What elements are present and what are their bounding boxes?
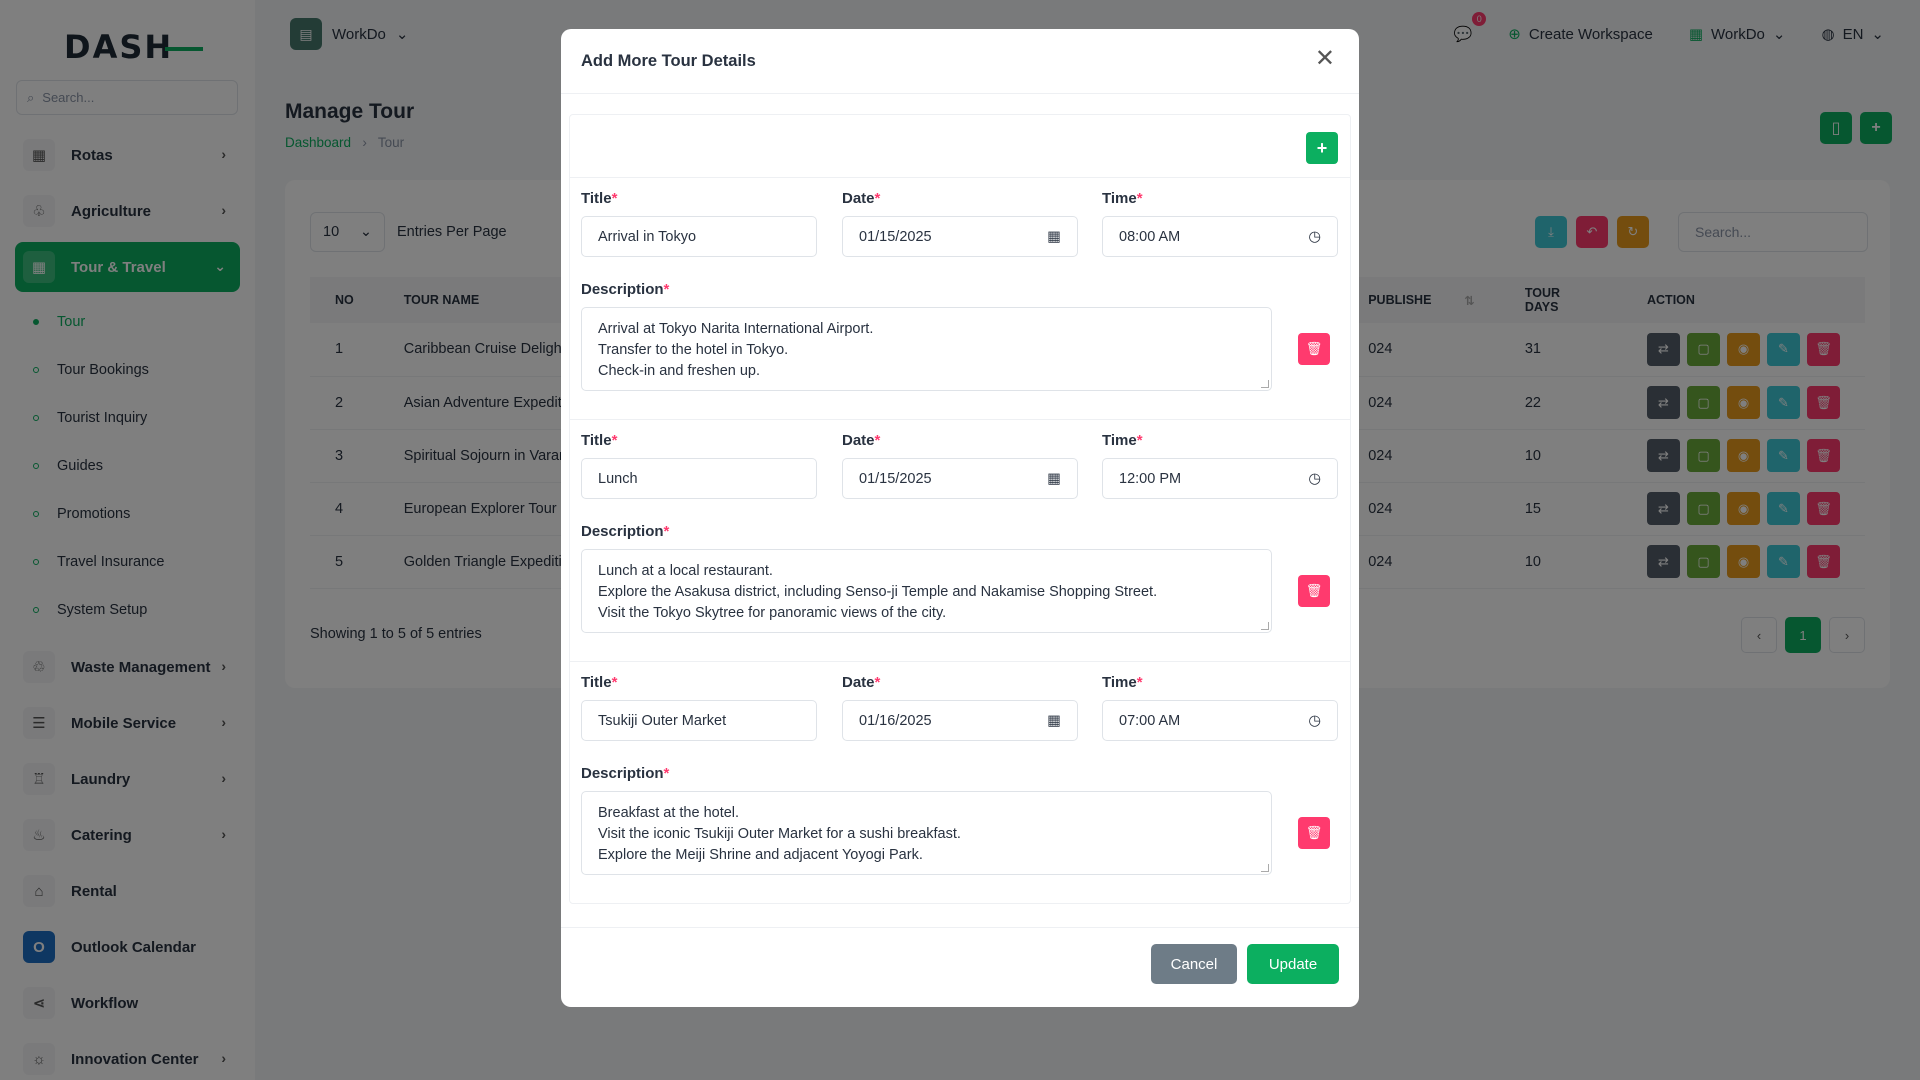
title-label-text: Title — [581, 674, 612, 691]
calendar-icon[interactable]: ▦ — [1047, 229, 1061, 245]
clock-icon[interactable]: ◷ — [1308, 229, 1321, 245]
time-input[interactable]: 07:00 AM ◷ — [1102, 700, 1338, 741]
required-mark: * — [1136, 674, 1143, 691]
description-line: Explore the Asakusa district, including … — [598, 584, 1158, 600]
resize-handle[interactable] — [1261, 380, 1269, 388]
description-label: Description* — [581, 523, 669, 540]
description-label-text: Description — [581, 281, 664, 298]
description-textarea[interactable]: Lunch at a local restaurant. Explore the … — [581, 549, 1272, 633]
required-mark: * — [663, 281, 670, 298]
title-value: Arrival in Tokyo — [598, 228, 697, 245]
description-line: Transfer to the hotel in Tokyo. — [598, 342, 789, 358]
time-input[interactable]: 12:00 PM ◷ — [1102, 458, 1338, 499]
description-line: Breakfast at the hotel. — [598, 805, 740, 821]
date-input[interactable]: 01/15/2025 ▦ — [842, 458, 1078, 499]
date-value: 01/16/2025 — [859, 712, 932, 729]
trash-icon: 🗑 — [1305, 583, 1323, 598]
date-label-text: Date — [842, 190, 875, 207]
description-textarea[interactable]: Breakfast at the hotel. Visit the iconic … — [581, 791, 1272, 875]
title-label: Title* — [581, 190, 617, 207]
title-label-text: Title — [581, 190, 612, 207]
description-label: Description* — [581, 281, 669, 298]
date-input[interactable]: 01/16/2025 ▦ — [842, 700, 1078, 741]
description-line: Explore the Meiji Shrine and adjacent Yo… — [598, 847, 923, 863]
title-input[interactable]: Arrival in Tokyo — [581, 216, 817, 257]
description-line: Check-in and freshen up. — [598, 363, 761, 379]
clock-icon[interactable]: ◷ — [1308, 471, 1321, 487]
date-label: Date* — [842, 674, 880, 691]
date-input[interactable]: 01/15/2025 ▦ — [842, 216, 1078, 257]
calendar-icon[interactable]: ▦ — [1047, 471, 1061, 487]
time-label: Time* — [1102, 432, 1143, 449]
required-mark: * — [663, 523, 670, 540]
required-mark: * — [663, 765, 670, 782]
add-detail-button[interactable]: + — [1306, 132, 1338, 164]
modal-title: Add More Tour Details — [581, 51, 756, 70]
resize-handle[interactable] — [1261, 622, 1269, 630]
resize-handle[interactable] — [1261, 864, 1269, 872]
modal-body: + Title* Date* Time* Arrival in Tokyo 01/15/… — [569, 114, 1351, 904]
time-label-text: Time — [1102, 674, 1137, 691]
tour-details-modal: Add More Tour Details ✕ + Title* Date* Tim… — [561, 29, 1359, 1007]
plus-icon: + — [1316, 137, 1328, 158]
description-label: Description* — [581, 765, 669, 782]
description-label-text: Description — [581, 765, 664, 782]
tour-detail-block: Title* Date* Time* Lunch 01/15/2025 ▦ 12:00 PM… — [570, 420, 1350, 662]
date-label-text: Date — [842, 674, 875, 691]
date-label-text: Date — [842, 432, 875, 449]
add-row-bar: + — [570, 115, 1350, 178]
date-label: Date* — [842, 190, 880, 207]
calendar-icon[interactable]: ▦ — [1047, 713, 1061, 729]
time-value: 08:00 AM — [1119, 228, 1181, 245]
date-value: 01/15/2025 — [859, 228, 932, 245]
title-input[interactable]: Lunch — [581, 458, 817, 499]
title-label-text: Title — [581, 432, 612, 449]
date-value: 01/15/2025 — [859, 470, 932, 487]
trash-icon: 🗑 — [1305, 341, 1323, 356]
description-line: Visit the iconic Tsukiji Outer Market fo… — [598, 826, 961, 842]
required-mark: * — [874, 190, 881, 207]
modal-header: Add More Tour Details — [561, 29, 1359, 94]
delete-detail-button[interactable]: 🗑 — [1298, 575, 1330, 607]
tour-detail-block: Title* Date* Time* Arrival in Tokyo 01/15/20… — [570, 178, 1350, 420]
time-label: Time* — [1102, 674, 1143, 691]
cancel-button[interactable]: Cancel — [1151, 944, 1237, 984]
required-mark: * — [1136, 432, 1143, 449]
modal-footer: Cancel Update — [561, 927, 1359, 1007]
required-mark: * — [611, 432, 618, 449]
update-button[interactable]: Update — [1247, 944, 1339, 984]
time-input[interactable]: 08:00 AM ◷ — [1102, 216, 1338, 257]
delete-detail-button[interactable]: 🗑 — [1298, 333, 1330, 365]
description-line: Arrival at Tokyo Narita International Ai… — [598, 321, 874, 337]
description-line: Visit the Tokyo Skytree for panoramic vi… — [598, 605, 947, 621]
time-value: 12:00 PM — [1119, 470, 1182, 487]
description-label-text: Description — [581, 523, 664, 540]
tour-detail-block: Title* Date* Time* Tsukiji Outer Market 01/1… — [570, 662, 1350, 904]
required-mark: * — [611, 190, 618, 207]
trash-icon: 🗑 — [1305, 825, 1323, 840]
required-mark: * — [611, 674, 618, 691]
required-mark: * — [874, 674, 881, 691]
title-value: Lunch — [598, 470, 638, 487]
title-input[interactable]: Tsukiji Outer Market — [581, 700, 817, 741]
required-mark: * — [874, 432, 881, 449]
title-label: Title* — [581, 674, 617, 691]
description-line: Lunch at a local restaurant. — [598, 563, 773, 579]
required-mark: * — [1136, 190, 1143, 207]
time-value: 07:00 AM — [1119, 712, 1181, 729]
close-icon[interactable]: ✕ — [1315, 47, 1335, 71]
time-label: Time* — [1102, 190, 1143, 207]
title-label: Title* — [581, 432, 617, 449]
date-label: Date* — [842, 432, 880, 449]
clock-icon[interactable]: ◷ — [1308, 713, 1321, 729]
title-value: Tsukiji Outer Market — [598, 712, 727, 729]
time-label-text: Time — [1102, 190, 1137, 207]
time-label-text: Time — [1102, 432, 1137, 449]
description-textarea[interactable]: Arrival at Tokyo Narita International Ai… — [581, 307, 1272, 391]
delete-detail-button[interactable]: 🗑 — [1298, 817, 1330, 849]
